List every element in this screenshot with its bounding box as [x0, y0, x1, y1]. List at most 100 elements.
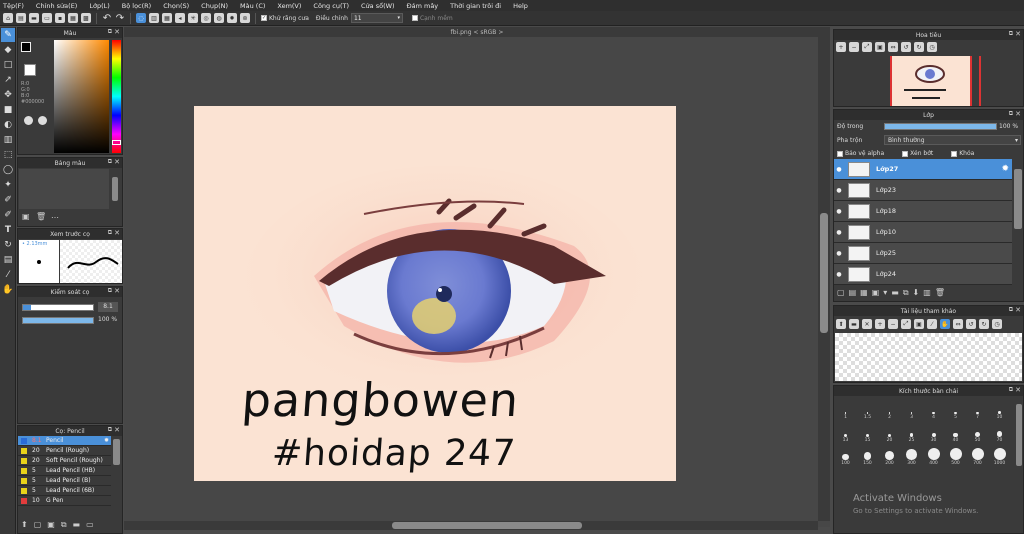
hue-handle[interactable]: [112, 140, 121, 145]
brush-list-item[interactable]: 5 Lead Pencil (B): [18, 476, 111, 486]
palette-scrollbar[interactable]: [110, 169, 120, 209]
brush-size-option[interactable]: 30: [923, 423, 944, 443]
rotate-right-icon[interactable]: ↻: [979, 319, 989, 329]
lasso-icon[interactable]: ◯: [1, 163, 15, 177]
close-icon[interactable]: ✕: [114, 28, 120, 36]
delete-color-icon[interactable]: 🗑: [36, 212, 46, 221]
fit-icon[interactable]: ⤢: [901, 319, 911, 329]
comment-icon[interactable]: ▬: [29, 13, 39, 23]
grid-icon[interactable]: ▩: [81, 13, 91, 23]
brush-size-option[interactable]: 1000: [989, 446, 1010, 466]
palette-swatch-area[interactable]: [19, 169, 109, 209]
redo-icon[interactable]: ↷: [115, 13, 125, 24]
reset-rotation-icon[interactable]: ◷: [927, 42, 937, 52]
operation-icon[interactable]: ↻: [1, 238, 15, 252]
brush-tool-icon[interactable]: ✎: [1, 28, 15, 42]
brush-size-option[interactable]: 2: [879, 400, 900, 420]
snap-ellipse-icon[interactable]: ◍: [214, 13, 224, 23]
snap-parallel-icon[interactable]: ▥: [149, 13, 159, 23]
menu-help[interactable]: Help: [513, 2, 528, 10]
eraser-tool-icon[interactable]: ◆: [1, 43, 15, 57]
popout-icon[interactable]: ⧉: [108, 287, 112, 295]
brush-list-item[interactable]: 5 Lead Pencil (6B): [18, 486, 111, 496]
brush-size-option[interactable]: 15: [857, 423, 878, 443]
eyedropper-icon[interactable]: ⁄: [927, 319, 937, 329]
brush-size-option[interactable]: 300: [901, 446, 922, 466]
scroll-thumb[interactable]: [113, 439, 120, 465]
antialias-checkbox[interactable]: ✓ Khử răng cưa: [261, 15, 309, 22]
brush-size-option[interactable]: 700: [967, 446, 988, 466]
layer-row[interactable]: ● Lớp18: [834, 201, 1012, 222]
menu-capture[interactable]: Chụp(N): [201, 2, 228, 10]
magic-wand-icon[interactable]: ✦: [1, 178, 15, 192]
layer-row[interactable]: ● Lớp10: [834, 222, 1012, 243]
select-pen-icon[interactable]: ✐: [1, 193, 15, 207]
brush-size-option[interactable]: 1: [835, 400, 856, 420]
dot-tool-icon[interactable]: □: [1, 58, 15, 72]
reference-canvas[interactable]: [835, 333, 1022, 381]
menu-filter[interactable]: Bộ lọc(R): [122, 2, 151, 10]
eyedropper-icon[interactable]: ⁄: [1, 268, 15, 282]
copy-brush-icon[interactable]: ⧉: [61, 520, 67, 530]
layer-folder-icon[interactable]: ▬: [891, 288, 899, 298]
delete-layer-icon[interactable]: 🗑: [935, 288, 945, 298]
menu-timelapse[interactable]: Thời gian trôi đi: [450, 2, 501, 10]
color-wheel-icon[interactable]: [38, 116, 47, 125]
close-icon[interactable]: ✕: [1015, 110, 1021, 118]
brush-size-scrollbar[interactable]: [1015, 398, 1023, 530]
flip-icon[interactable]: ⇔: [888, 42, 898, 52]
layer-opacity-slider[interactable]: [884, 123, 997, 130]
menu-edit[interactable]: Chỉnh sửa(E): [36, 2, 77, 10]
brush-size-option[interactable]: 5: [945, 400, 966, 420]
snap-vanish-icon[interactable]: ◂: [175, 13, 185, 23]
brush-settings-icon[interactable]: ✹: [104, 437, 109, 444]
zoom-in-icon[interactable]: +: [875, 319, 885, 329]
brush-size-option[interactable]: 25: [901, 423, 922, 443]
close-icon[interactable]: ✕: [1015, 30, 1021, 38]
brush-size-option[interactable]: 200: [879, 446, 900, 466]
color-saturation-field[interactable]: [54, 40, 109, 153]
opacity-slider[interactable]: [22, 317, 94, 324]
brush-size-option[interactable]: 3: [901, 400, 922, 420]
snap-ray-icon[interactable]: ✳: [188, 13, 198, 23]
navigator-thumbnail[interactable]: [890, 56, 972, 106]
undo-icon[interactable]: ↶: [102, 13, 112, 24]
rotate-left-icon[interactable]: ↺: [966, 319, 976, 329]
layout-icon[interactable]: ▦: [68, 13, 78, 23]
hand-icon[interactable]: ✋: [1, 283, 15, 297]
brush-size-option[interactable]: 400: [923, 446, 944, 466]
layer-row[interactable]: ● Lớp25: [834, 243, 1012, 264]
duplicate-layer-icon[interactable]: ⧉: [903, 288, 909, 298]
home-icon[interactable]: ⌂: [3, 13, 13, 23]
brush-list-item[interactable]: 20 Soft Pencil (Rough): [18, 456, 111, 466]
transparent-swatch[interactable]: [24, 64, 36, 76]
visibility-eye-icon[interactable]: ●: [834, 187, 844, 194]
menu-color[interactable]: Màu (C): [240, 2, 265, 10]
layer-row[interactable]: ● Lớp23: [834, 180, 1012, 201]
clipping-checkbox[interactable]: Xén bớt: [902, 150, 933, 157]
layer-settings-icon[interactable]: ✹: [1001, 164, 1009, 174]
snap-circle-icon[interactable]: ◎: [201, 13, 211, 23]
brush-size-option[interactable]: 1.5: [857, 400, 878, 420]
brush-size-option[interactable]: 150: [857, 446, 878, 466]
actual-size-icon[interactable]: ▣: [914, 319, 924, 329]
move-icon[interactable]: ↗: [1, 73, 15, 87]
layer-row[interactable]: ● Lớp27 ✹: [834, 159, 1012, 180]
brush-size-option[interactable]: 100: [835, 446, 856, 466]
visibility-eye-icon[interactable]: ●: [834, 271, 844, 278]
popout-icon[interactable]: ⧉: [108, 28, 112, 36]
flip-icon[interactable]: ⇔: [953, 319, 963, 329]
brush-list-item[interactable]: 5 Lead Pencil (HB): [18, 466, 111, 476]
brush-list-item[interactable]: 20 Pencil (Rough): [18, 446, 111, 456]
brush-menu-icon[interactable]: ▣: [47, 520, 55, 530]
popout-icon[interactable]: ⧉: [108, 426, 112, 434]
menu-cloud[interactable]: Đám mây: [407, 2, 439, 10]
more-icon[interactable]: …: [51, 211, 59, 220]
snap-cross-icon[interactable]: ▦: [162, 13, 172, 23]
scroll-thumb[interactable]: [1016, 404, 1022, 466]
visibility-eye-icon[interactable]: ●: [834, 208, 844, 215]
rotate-right-icon[interactable]: ↻: [914, 42, 924, 52]
gradient-icon[interactable]: ▥: [1, 133, 15, 147]
hand-icon[interactable]: ✋: [940, 319, 950, 329]
close-icon[interactable]: ✕: [1015, 386, 1021, 394]
